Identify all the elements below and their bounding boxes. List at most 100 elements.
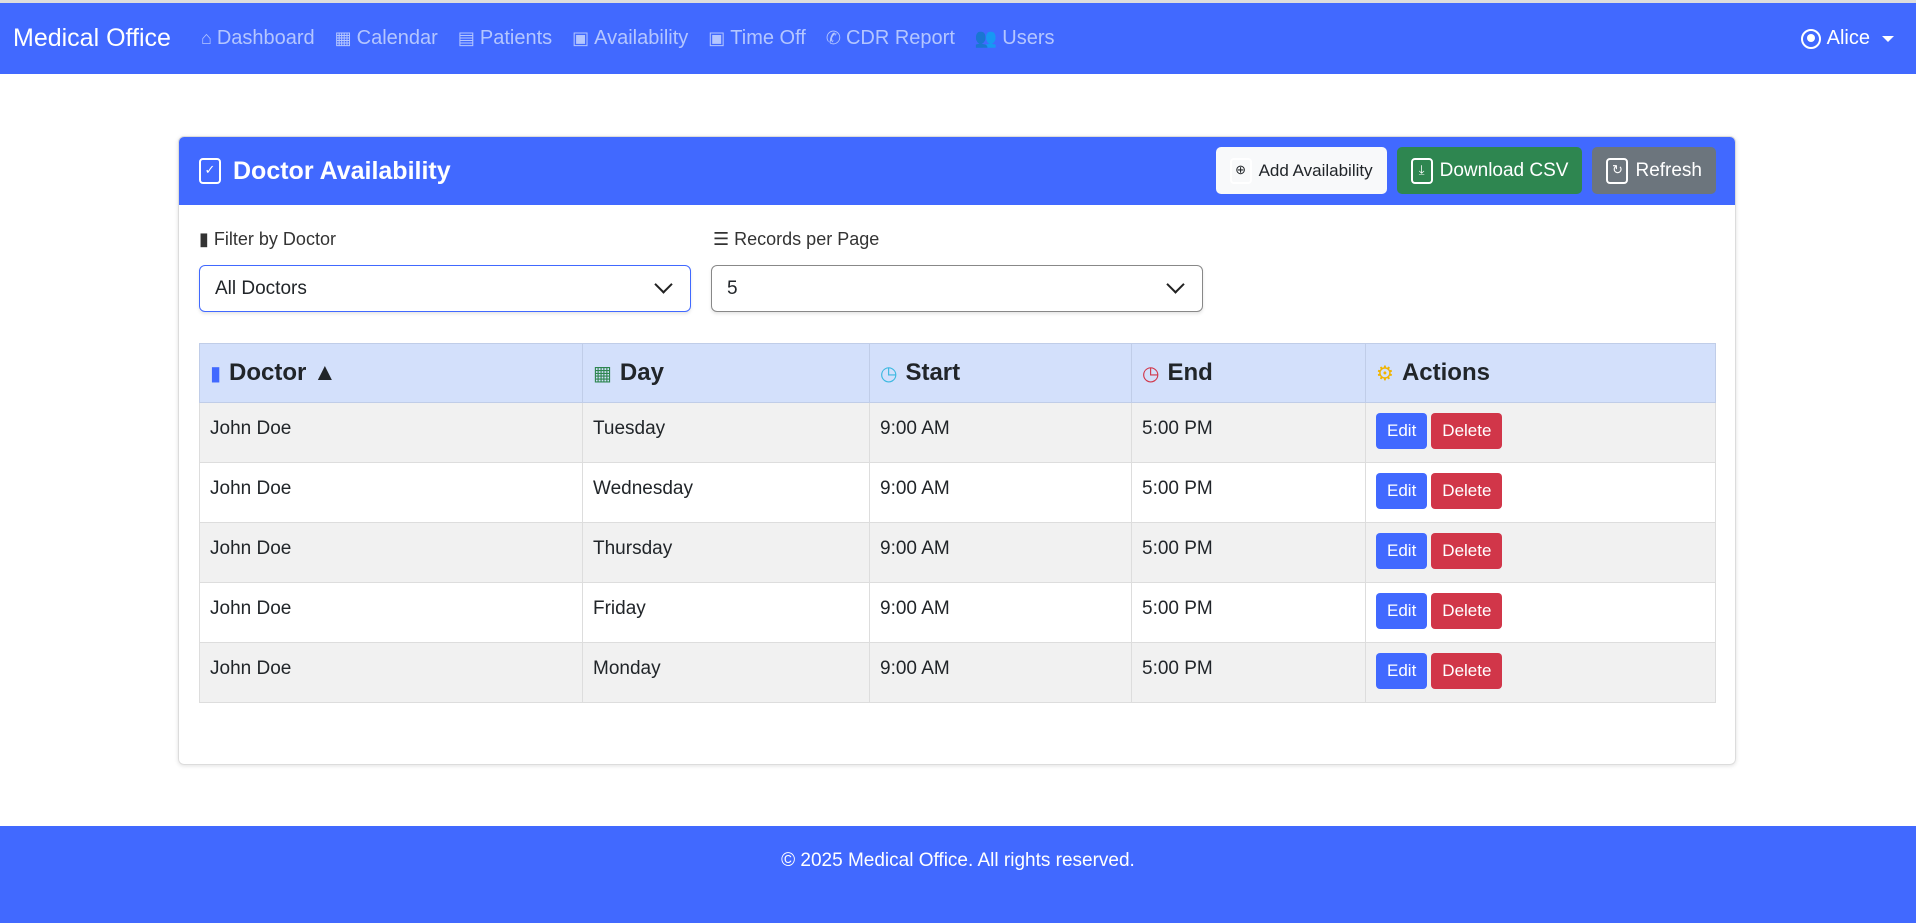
navbar: Medical Office ⌂Dashboard ▦Calendar ▤Patie…	[0, 3, 1916, 74]
edit-button[interactable]: Edit	[1376, 473, 1427, 509]
footer: © 2025 Medical Office. All rights reserv…	[0, 826, 1916, 923]
cell: 9:00 AM	[870, 463, 1132, 523]
cell: 5:00 PM	[1132, 403, 1366, 463]
user-name: Alice	[1827, 27, 1870, 50]
nav-label: Availability	[594, 27, 688, 50]
table-row: John DoeWednesday9:00 AM5:00 PMEditDelet…	[200, 463, 1716, 523]
cell: 9:00 AM	[870, 643, 1132, 703]
cell: Tuesday	[583, 403, 870, 463]
label-text: Records per Page	[734, 229, 879, 249]
header-label: Actions	[1402, 359, 1490, 386]
card-header: ✓ Doctor Availability ⊕Add Availability …	[179, 137, 1735, 205]
nav-dashboard[interactable]: ⌂Dashboard	[201, 27, 315, 50]
download-icon: ⤓	[1411, 158, 1433, 184]
phone-icon: ✆	[826, 28, 841, 49]
gear-icon: ⚙	[1376, 361, 1394, 386]
clock-icon: ◷	[880, 361, 897, 386]
clock-history-icon: ◷	[1142, 361, 1159, 386]
nav-availability[interactable]: ▣Availability	[572, 27, 688, 50]
nav-label: Dashboard	[217, 27, 315, 50]
col-actions: ⚙ Actions	[1366, 344, 1716, 403]
user-circle-icon	[1801, 29, 1821, 49]
actions-cell: EditDelete	[1366, 583, 1716, 643]
calendar-day-icon: ▦	[593, 361, 612, 386]
cell: 9:00 AM	[870, 583, 1132, 643]
delete-button[interactable]: Delete	[1431, 593, 1502, 629]
cell: Wednesday	[583, 463, 870, 523]
users-icon: 👥	[975, 28, 997, 49]
col-day[interactable]: ▦Day	[583, 344, 870, 403]
table-row: John DoeThursday9:00 AM5:00 PMEditDelete	[200, 523, 1716, 583]
caret-down-icon	[1882, 36, 1894, 42]
calendar-x-icon: ▣	[708, 28, 725, 49]
cell: John Doe	[200, 643, 583, 703]
doctor-badge-icon: ▮	[199, 229, 209, 249]
calendar-icon: ▦	[335, 28, 352, 49]
download-csv-button[interactable]: ⤓Download CSV	[1397, 147, 1583, 194]
house-icon: ⌂	[201, 28, 212, 49]
col-start[interactable]: ◷ Start	[870, 344, 1132, 403]
doctor-badge-icon: ▮	[210, 361, 221, 386]
add-label: Add Availability	[1259, 161, 1373, 181]
nav-cdr-report[interactable]: ✆CDR Report	[826, 27, 955, 50]
plus-circle-icon: ⊕	[1230, 158, 1252, 184]
delete-button[interactable]: Delete	[1431, 473, 1502, 509]
table-row: John DoeTuesday9:00 AM5:00 PMEditDelete	[200, 403, 1716, 463]
edit-button[interactable]: Edit	[1376, 653, 1427, 689]
filter-doctor-label: ▮ Filter by Doctor	[199, 229, 336, 250]
refresh-button[interactable]: ↻ Refresh	[1592, 147, 1716, 194]
label-text: Filter by Doctor	[214, 229, 336, 249]
cell: 5:00 PM	[1132, 463, 1366, 523]
nav-calendar[interactable]: ▦Calendar	[335, 27, 438, 50]
nav-label: Users	[1002, 27, 1054, 50]
chevron-down-icon	[1166, 275, 1184, 293]
availability-table: ▮ Doctor ▲ ▦Day ◷ Start ◷ End ⚙ Actions John…	[199, 343, 1716, 703]
actions-cell: EditDelete	[1366, 523, 1716, 583]
actions-cell: EditDelete	[1366, 463, 1716, 523]
user-menu[interactable]: Alice	[1801, 3, 1894, 74]
delete-button[interactable]: Delete	[1431, 653, 1502, 689]
calendar-check-icon: ✓	[199, 158, 221, 184]
cell: Monday	[583, 643, 870, 703]
add-availability-button[interactable]: ⊕ Add Availability	[1216, 147, 1387, 194]
refresh-icon: ↻	[1606, 158, 1628, 184]
calendar-check-icon: ▣	[572, 28, 589, 49]
nav-label: Patients	[480, 27, 552, 50]
edit-button[interactable]: Edit	[1376, 533, 1427, 569]
cell: 5:00 PM	[1132, 583, 1366, 643]
records-per-page-label: ☰ Records per Page	[713, 229, 879, 250]
col-end[interactable]: ◷ End	[1132, 344, 1366, 403]
refresh-label: Refresh	[1635, 160, 1702, 182]
edit-button[interactable]: Edit	[1376, 593, 1427, 629]
header-label: End	[1167, 359, 1212, 386]
header-label: Start	[905, 359, 960, 386]
table-row: John DoeFriday9:00 AM5:00 PMEditDelete	[200, 583, 1716, 643]
nav-patients[interactable]: ▤Patients	[458, 27, 552, 50]
nav-label: CDR Report	[846, 27, 955, 50]
nav-time-off[interactable]: ▣Time Off	[708, 27, 806, 50]
table-row: John DoeMonday9:00 AM5:00 PMEditDelete	[200, 643, 1716, 703]
list-icon: ☰	[713, 229, 729, 249]
col-doctor[interactable]: ▮ Doctor ▲	[200, 344, 583, 403]
brand[interactable]: Medical Office	[13, 24, 171, 53]
nav-label: Calendar	[357, 27, 438, 50]
id-card-icon: ▤	[458, 28, 475, 49]
cell: 5:00 PM	[1132, 643, 1366, 703]
nav-label: Time Off	[730, 27, 806, 50]
cell: Thursday	[583, 523, 870, 583]
records-per-page-select[interactable]: 5	[711, 265, 1203, 312]
cell: Friday	[583, 583, 870, 643]
doctor-filter-select[interactable]: All Doctors	[199, 265, 691, 312]
cell: John Doe	[200, 403, 583, 463]
header-label: Doctor ▲	[229, 359, 337, 386]
actions-cell: EditDelete	[1366, 403, 1716, 463]
delete-button[interactable]: Delete	[1431, 413, 1502, 449]
cell: John Doe	[200, 583, 583, 643]
card-title: Doctor Availability	[233, 157, 451, 186]
edit-button[interactable]: Edit	[1376, 413, 1427, 449]
delete-button[interactable]: Delete	[1431, 533, 1502, 569]
actions-cell: EditDelete	[1366, 643, 1716, 703]
select-value: 5	[727, 278, 738, 300]
select-value: All Doctors	[215, 278, 307, 300]
nav-users[interactable]: 👥Users	[975, 27, 1055, 50]
